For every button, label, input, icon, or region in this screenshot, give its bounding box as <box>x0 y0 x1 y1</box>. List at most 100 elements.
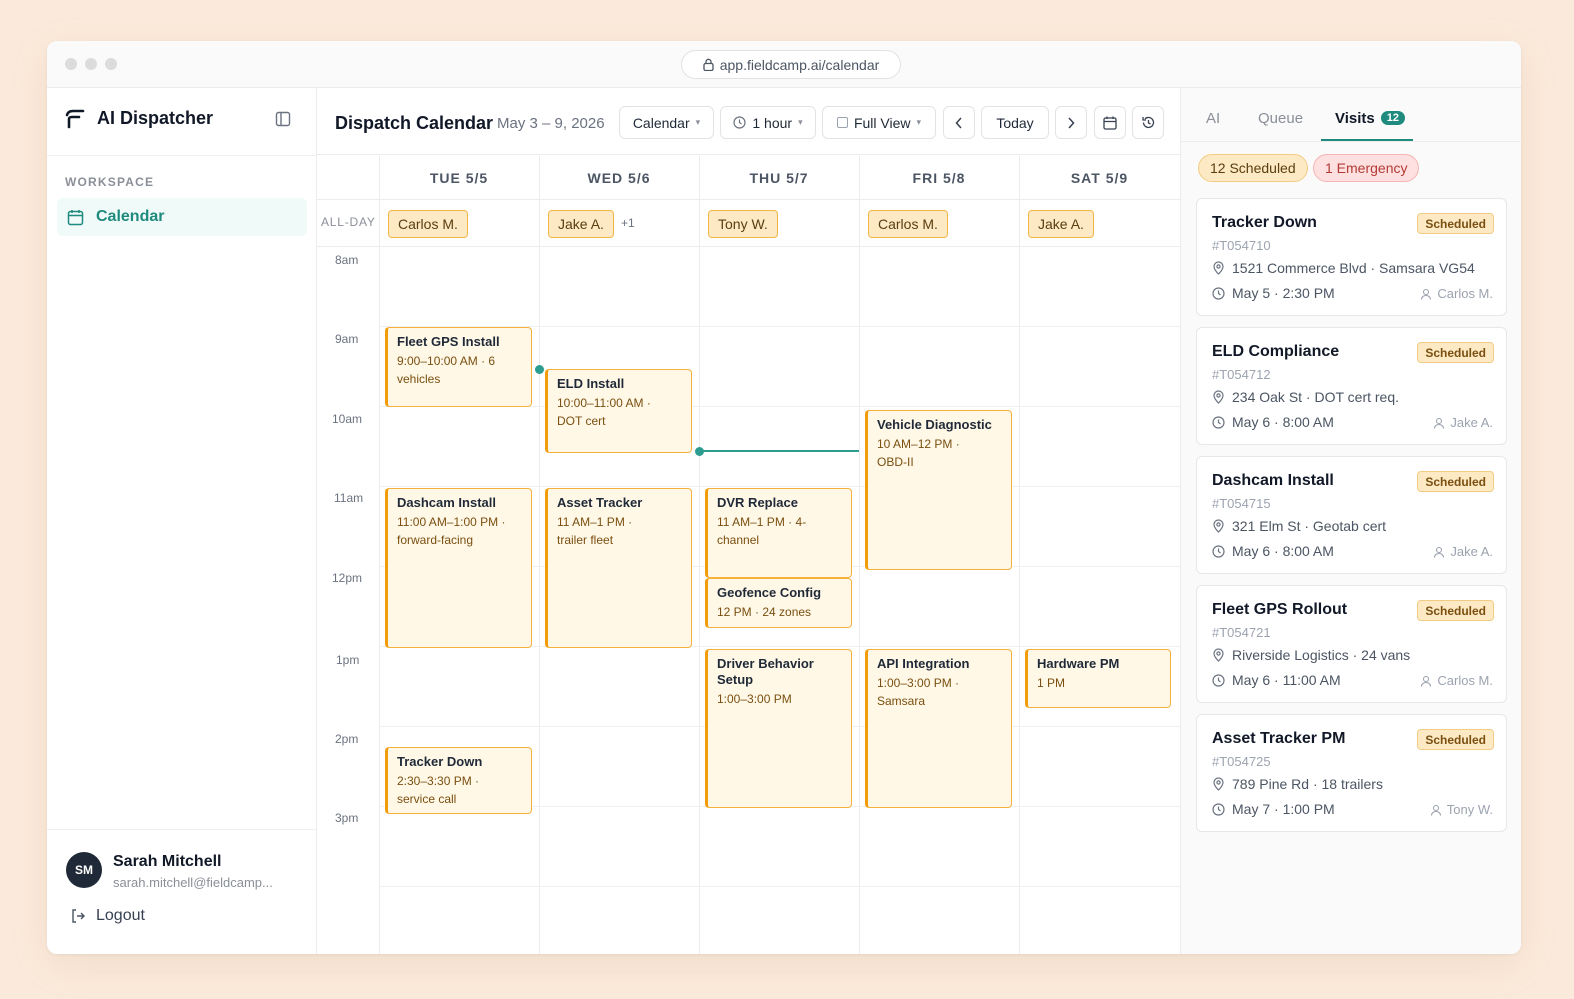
visit-card[interactable]: Tracker Down Scheduled #T054710 1521 Com… <box>1196 198 1507 316</box>
visit-location-text: 789 Pine Rd · 18 trailers <box>1232 776 1383 792</box>
event-title: Dashcam Install <box>397 495 496 510</box>
next-week-button[interactable] <box>1055 106 1087 139</box>
event-title: Geofence Config <box>717 585 822 600</box>
visit-technician-name: Carlos M. <box>1437 286 1493 301</box>
event-title: Vehicle Diagnostic <box>877 417 992 432</box>
allday-more-link[interactable]: +1 <box>621 216 635 230</box>
window-close-dot[interactable] <box>65 58 77 70</box>
brand-title: AI Dispatcher <box>97 108 214 128</box>
hour-label: 10am <box>332 412 363 426</box>
hour-label: 3pm <box>335 811 359 825</box>
allday-label: ALL-DAY <box>321 215 376 229</box>
event-card[interactable]: Hardware PM 1 PM <box>1025 649 1171 708</box>
allday-chip[interactable]: Jake A. <box>548 210 614 238</box>
date-picker-button[interactable] <box>1094 106 1126 139</box>
column-line <box>859 156 860 954</box>
event-card[interactable]: ELD Install 10:00–11:00 AM · DOT cert <box>545 369 692 453</box>
view-select-label: Calendar <box>632 114 690 131</box>
user-icon <box>1433 417 1445 429</box>
tab-ai[interactable]: AI <box>1206 110 1220 127</box>
checkbox-icon <box>836 117 848 128</box>
workspace-label: WORKSPACE <box>65 175 155 189</box>
hour-label: 8am <box>335 253 359 267</box>
clock-icon <box>1212 415 1225 429</box>
day-header[interactable]: THU 5/7 <box>699 156 859 199</box>
scheduled-filter-pill[interactable]: 12 Scheduled <box>1198 154 1308 182</box>
day-header[interactable]: TUE 5/5 <box>379 156 539 199</box>
visit-card[interactable]: Dashcam Install Scheduled #T054715 321 E… <box>1196 456 1507 574</box>
status-badge: Scheduled <box>1417 600 1494 621</box>
interval-select[interactable]: 1 hour ▾ <box>720 106 816 139</box>
visit-id: #T054710 <box>1212 238 1271 253</box>
day-header[interactable]: FRI 5/8 <box>859 156 1019 199</box>
full-view-toggle[interactable]: Full View ▾ <box>822 106 936 139</box>
event-card[interactable]: Driver Behavior Setup 1:00–3:00 PM <box>705 649 852 808</box>
visit-technician: Tony W. <box>1430 802 1493 817</box>
status-badge: Scheduled <box>1417 342 1494 363</box>
current-time-dot <box>535 365 544 374</box>
sidebar-toggle-icon[interactable] <box>275 111 291 127</box>
visit-technician: Jake A. <box>1433 415 1493 430</box>
chevron-left-icon <box>955 116 963 129</box>
brand[interactable]: AI Dispatcher <box>65 108 213 129</box>
full-view-label: Full View <box>853 114 911 131</box>
tab-queue[interactable]: Queue <box>1258 110 1303 127</box>
event-details: 1 PM <box>1037 676 1066 690</box>
event-card[interactable]: Dashcam Install 11:00 AM–1:00 PM · forwa… <box>385 488 532 648</box>
visit-technician-name: Jake A. <box>1450 415 1493 430</box>
prev-week-button[interactable] <box>943 106 975 139</box>
day-header[interactable]: WED 5/6 <box>539 156 699 199</box>
visit-location: 321 Elm St · Geotab cert <box>1212 518 1386 534</box>
sidebar-bottom-divider <box>47 829 317 830</box>
visit-id: #T054725 <box>1212 754 1271 769</box>
event-card[interactable]: Geofence Config 12 PM · 24 zones <box>705 578 852 628</box>
allday-chip[interactable]: Carlos M. <box>868 210 948 238</box>
window-minimize-dot[interactable] <box>85 58 97 70</box>
event-card[interactable]: Asset Tracker 11 AM–1 PM · trailer fleet <box>545 488 692 648</box>
chevron-down-icon: ▾ <box>695 117 701 127</box>
url-bar[interactable]: app.fieldcamp.ai/calendar <box>681 50 901 79</box>
visit-id: #T054715 <box>1212 496 1271 511</box>
history-button[interactable] <box>1132 106 1164 139</box>
page-title: Dispatch Calendar <box>335 113 494 133</box>
sidebar-item-calendar[interactable]: Calendar <box>57 198 307 236</box>
visit-location: 789 Pine Rd · 18 trailers <box>1212 776 1383 792</box>
visit-location: 1521 Commerce Blvd · Samsara VG54 <box>1212 260 1475 276</box>
visit-technician: Carlos M. <box>1420 673 1493 688</box>
window-maximize-dot[interactable] <box>105 58 117 70</box>
event-title: Tracker Down <box>397 754 483 769</box>
interval-select-label: 1 hour <box>752 114 793 131</box>
visit-technician-name: Jake A. <box>1450 544 1493 559</box>
logout-button[interactable]: Logout <box>70 907 145 925</box>
panel-tabs: AI Queue Visits 12 <box>1181 88 1521 142</box>
visit-time: May 7 · 1:00 PM <box>1212 801 1335 817</box>
event-card[interactable]: Vehicle Diagnostic 10 AM–12 PM · OBD-II <box>865 410 1012 570</box>
allday-chip[interactable]: Tony W. <box>708 210 778 238</box>
emergency-filter-pill[interactable]: 1 Emergency <box>1313 154 1420 182</box>
allday-chip[interactable]: Jake A. <box>1028 210 1094 238</box>
visit-card[interactable]: ELD Compliance Scheduled #T054712 234 Oa… <box>1196 327 1507 445</box>
today-button[interactable]: Today <box>981 106 1049 139</box>
tab-visits[interactable]: Visits 12 <box>1335 110 1405 127</box>
visit-card[interactable]: Fleet GPS Rollout Scheduled #T054721 Riv… <box>1196 585 1507 703</box>
visit-technician-name: Carlos M. <box>1437 673 1493 688</box>
event-card[interactable]: Fleet GPS Install 9:00–10:00 AM · 6 vehi… <box>385 327 532 407</box>
user-name: Sarah Mitchell <box>113 853 222 870</box>
tab-visits-label: Visits <box>1335 110 1375 127</box>
view-select[interactable]: Calendar ▾ <box>619 106 714 139</box>
event-card[interactable]: API Integration 1:00–3:00 PM · Samsara <box>865 649 1012 808</box>
map-pin-icon <box>1212 648 1225 662</box>
map-pin-icon <box>1212 519 1225 533</box>
calendar-icon <box>67 209 84 226</box>
day-header[interactable]: SAT 5/9 <box>1019 156 1180 199</box>
allday-chip[interactable]: Carlos M. <box>388 210 468 238</box>
visit-title: Tracker Down <box>1212 214 1317 231</box>
avatar[interactable]: SM <box>66 852 102 888</box>
visit-location-text: Riverside Logistics · 24 vans <box>1232 647 1411 663</box>
visit-card[interactable]: Asset Tracker PM Scheduled #T054725 789 … <box>1196 714 1507 832</box>
visit-id: #T054712 <box>1212 367 1271 382</box>
hour-label: 1pm <box>336 653 360 667</box>
event-card[interactable]: DVR Replace 11 AM–1 PM · 4-channel <box>705 488 852 578</box>
current-time-line <box>700 450 859 452</box>
event-card[interactable]: Tracker Down 2:30–3:30 PM · service call <box>385 747 532 814</box>
